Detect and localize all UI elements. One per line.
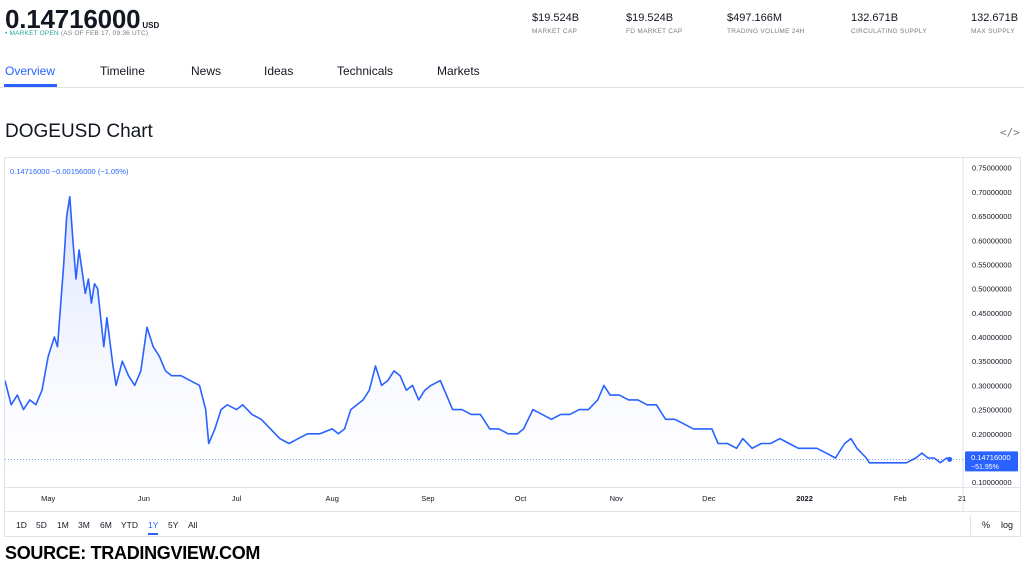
tab-markets[interactable]: Markets	[437, 64, 480, 78]
price-chart[interactable]: 0.100000000.150000000.200000000.25000000…	[5, 158, 1020, 511]
timeframe-5y[interactable]: 5Y	[168, 520, 178, 530]
stat-label: TRADING VOLUME 24H	[727, 28, 805, 35]
x-tick-label: Nov	[610, 494, 624, 503]
market-open-label: MARKET OPEN	[9, 30, 59, 37]
log-scale-button[interactable]: log	[1001, 520, 1013, 530]
stat-fd-market-cap: $19.524B FD MARKET CAP	[626, 12, 683, 35]
embed-code-icon[interactable]: </>	[1000, 126, 1020, 139]
tab-bar: Overview Timeline News Ideas Technicals …	[0, 60, 1024, 88]
header: 0.14716000 USD • MARKET OPEN (AS OF FEB 1…	[0, 0, 1024, 52]
y-tick-label: 0.40000000	[972, 333, 1012, 342]
timeframe-3m[interactable]: 3M	[78, 520, 90, 530]
y-tick-label: 0.20000000	[972, 430, 1012, 439]
stat-value: $19.524B	[626, 12, 674, 24]
timeframe-all[interactable]: All	[188, 520, 197, 530]
timeframe-5d[interactable]: 5D	[36, 520, 47, 530]
timeframe-bar: 1D 5D 1M 3M 6M YTD 1Y 5Y All % log	[4, 511, 1021, 537]
x-tick-label: Aug	[326, 494, 339, 503]
y-tick-label: 0.50000000	[972, 285, 1012, 294]
source-caption: SOURCE: TRADINGVIEW.COM	[5, 543, 261, 563]
x-tick-label: Jun	[138, 494, 150, 503]
chart-title: DOGEUSD Chart	[5, 121, 153, 142]
status-timestamp: (AS OF FEB 17, 09:36 UTC)	[60, 30, 149, 37]
price-currency: USD	[142, 21, 160, 30]
timeframe-1d[interactable]: 1D	[16, 520, 27, 530]
stat-label: MAX SUPPLY	[971, 28, 1016, 35]
y-tick-label: 0.60000000	[972, 236, 1012, 245]
market-status: • MARKET OPEN (AS OF FEB 17, 09:36 UTC)	[5, 30, 148, 37]
stat-value: $19.524B	[532, 12, 580, 24]
tab-timeline[interactable]: Timeline	[100, 64, 145, 78]
y-tick-label: 0.70000000	[972, 188, 1012, 197]
legend-price: 0.14716000	[10, 167, 50, 176]
stat-label: FD MARKET CAP	[626, 28, 683, 35]
x-tick-label: 21	[958, 494, 966, 503]
percent-scale-button[interactable]: %	[982, 520, 990, 530]
stat-label: MARKET CAP	[532, 28, 578, 35]
y-tick-label: 0.10000000	[972, 478, 1012, 487]
chart-container[interactable]: 0.100000000.150000000.200000000.25000000…	[4, 157, 1021, 537]
last-price-dot	[947, 456, 953, 462]
x-tick-label: May	[41, 494, 55, 503]
y-tick-label: 0.75000000	[972, 164, 1012, 173]
x-tick-label: Feb	[894, 494, 907, 503]
y-tick-label: 0.55000000	[972, 260, 1012, 269]
tab-ideas[interactable]: Ideas	[264, 64, 293, 78]
scale-divider	[970, 515, 971, 535]
tab-news[interactable]: News	[191, 64, 221, 78]
timeframe-1m[interactable]: 1M	[57, 520, 69, 530]
timeframe-ytd[interactable]: YTD	[121, 520, 138, 530]
x-tick-label: Jul	[232, 494, 242, 503]
y-tick-label: 0.30000000	[972, 381, 1012, 390]
price-area-fill	[5, 196, 950, 487]
y-tick-label: 0.65000000	[972, 212, 1012, 221]
timeframe-1y[interactable]: 1Y	[148, 520, 158, 530]
active-timeframe-indicator	[148, 533, 158, 535]
stat-market-cap: $19.524B MARKET CAP	[532, 12, 579, 35]
stat-trading-volume: $497.166M TRADING VOLUME 24H	[727, 12, 805, 35]
timeframe-6m[interactable]: 6M	[100, 520, 112, 530]
active-tab-indicator	[4, 84, 57, 87]
y-tick-label: 0.35000000	[972, 357, 1012, 366]
x-tick-label: Sep	[421, 494, 434, 503]
legend-change: −0.00156000	[51, 167, 96, 176]
status-dot-icon: •	[5, 30, 8, 37]
stat-value: $497.166M	[727, 12, 783, 24]
stat-value: 132.671B	[851, 12, 899, 24]
last-change-label: −51.95%	[971, 464, 999, 471]
last-price-label: 0.14716000	[971, 453, 1011, 462]
stat-value: 132.671B	[971, 12, 1019, 24]
tab-overview[interactable]: Overview	[5, 64, 55, 78]
y-tick-label: 0.45000000	[972, 309, 1012, 318]
stat-circulating-supply: 132.671B CIRCULATING SUPPLY	[851, 12, 927, 35]
legend-change-pct: (−1.05%)	[97, 167, 129, 176]
tab-technicals[interactable]: Technicals	[337, 64, 393, 78]
x-tick-label: 2022	[796, 494, 813, 503]
chart-legend: 0.14716000 −0.00156000 (−1.05%)	[10, 167, 128, 176]
x-tick-label: Dec	[702, 494, 716, 503]
y-tick-label: 0.25000000	[972, 406, 1012, 415]
stat-label: CIRCULATING SUPPLY	[851, 28, 927, 35]
x-tick-label: Oct	[515, 494, 528, 503]
stat-max-supply: 132.671B MAX SUPPLY	[971, 12, 1018, 35]
